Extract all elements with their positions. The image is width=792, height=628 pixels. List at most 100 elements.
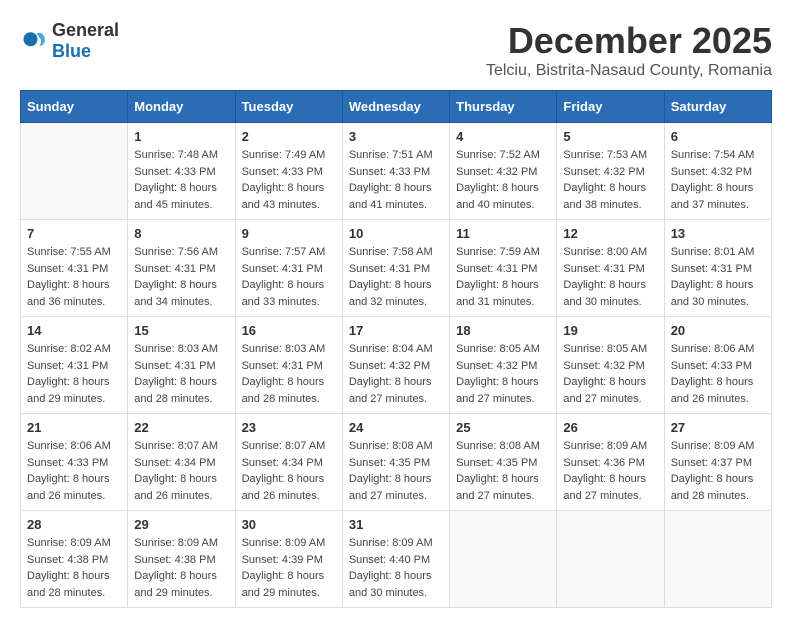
day-number: 31 [349, 517, 443, 532]
weekday-header-row: SundayMondayTuesdayWednesdayThursdayFrid… [21, 91, 772, 123]
calendar-week-row: 7Sunrise: 7:55 AMSunset: 4:31 PMDaylight… [21, 220, 772, 317]
day-info: Sunrise: 8:05 AMSunset: 4:32 PMDaylight:… [456, 341, 550, 407]
page-header: General Blue December 2025 Telciu, Bistr… [20, 20, 772, 80]
calendar-cell: 20 Sunrise: 8:06 AMSunset: 4:33 PMDayligh… [664, 317, 771, 414]
weekday-header-saturday: Saturday [664, 91, 771, 123]
day-info: Sunrise: 7:55 AMSunset: 4:31 PMDaylight:… [27, 244, 121, 310]
day-info: Sunrise: 8:03 AMSunset: 4:31 PMDaylight:… [134, 341, 228, 407]
day-info: Sunrise: 8:00 AMSunset: 4:31 PMDaylight:… [563, 244, 657, 310]
month-year-title: December 2025 [486, 20, 772, 62]
calendar-cell: 25Sunrise: 8:08 AMSunset: 4:35 PMDayligh… [450, 414, 557, 511]
day-info: Sunrise: 8:06 AMSunset: 4:33 PMDaylight:… [671, 341, 765, 407]
day-number: 9 [242, 226, 336, 241]
logo-general: General [52, 20, 119, 40]
location-subtitle: Telciu, Bistrita-Nasaud County, Romania [486, 62, 772, 80]
day-info: Sunrise: 8:01 AMSunset: 4:31 PMDaylight:… [671, 244, 765, 310]
day-info: Sunrise: 8:08 AMSunset: 4:35 PMDaylight:… [349, 438, 443, 504]
day-number: 4 [456, 129, 550, 144]
day-info: Sunrise: 8:04 AMSunset: 4:32 PMDaylight:… [349, 341, 443, 407]
calendar-cell: 14 Sunrise: 8:02 AMSunset: 4:31 PMDayligh… [21, 317, 128, 414]
day-number: 11 [456, 226, 550, 241]
day-info: Sunrise: 7:49 AMSunset: 4:33 PMDaylight:… [242, 147, 336, 213]
day-number: 18 [456, 323, 550, 338]
day-number: 10 [349, 226, 443, 241]
calendar-cell: 23 Sunrise: 8:07 AMSunset: 4:34 PMDayligh… [235, 414, 342, 511]
day-info: Sunrise: 8:05 AMSunset: 4:32 PMDaylight:… [563, 341, 657, 407]
calendar-cell: 13 Sunrise: 8:01 AMSunset: 4:31 PMDayligh… [664, 220, 771, 317]
logo-icon [20, 27, 48, 55]
day-number: 26 [563, 420, 657, 435]
day-number: 12 [563, 226, 657, 241]
calendar-cell: 27 Sunrise: 8:09 AMSunset: 4:37 PMDayligh… [664, 414, 771, 511]
day-info: Sunrise: 8:07 AMSunset: 4:34 PMDaylight:… [242, 438, 336, 504]
day-info: Sunrise: 7:48 AMSunset: 4:33 PMDaylight:… [134, 147, 228, 213]
calendar-cell: 2Sunrise: 7:49 AMSunset: 4:33 PMDaylight… [235, 123, 342, 220]
day-info: Sunrise: 8:09 AMSunset: 4:37 PMDaylight:… [671, 438, 765, 504]
calendar-cell: 5 Sunrise: 7:53 AMSunset: 4:32 PMDaylight… [557, 123, 664, 220]
calendar-cell: 28Sunrise: 8:09 AMSunset: 4:38 PMDayligh… [21, 511, 128, 608]
weekday-header-monday: Monday [128, 91, 235, 123]
day-number: 22 [134, 420, 228, 435]
calendar-cell: 21 Sunrise: 8:06 AMSunset: 4:33 PMDayligh… [21, 414, 128, 511]
day-info: Sunrise: 8:09 AMSunset: 4:38 PMDaylight:… [134, 535, 228, 601]
calendar-cell [450, 511, 557, 608]
calendar-cell: 10Sunrise: 7:58 AMSunset: 4:31 PMDayligh… [342, 220, 449, 317]
day-info: Sunrise: 7:51 AMSunset: 4:33 PMDaylight:… [349, 147, 443, 213]
calendar-week-row: 28Sunrise: 8:09 AMSunset: 4:38 PMDayligh… [21, 511, 772, 608]
day-number: 23 [242, 420, 336, 435]
calendar-table: SundayMondayTuesdayWednesdayThursdayFrid… [20, 90, 772, 608]
calendar-cell: 9 Sunrise: 7:57 AMSunset: 4:31 PMDaylight… [235, 220, 342, 317]
day-number: 19 [563, 323, 657, 338]
day-info: Sunrise: 7:56 AMSunset: 4:31 PMDaylight:… [134, 244, 228, 310]
day-info: Sunrise: 7:53 AMSunset: 4:32 PMDaylight:… [563, 147, 657, 213]
calendar-cell: 8 Sunrise: 7:56 AMSunset: 4:31 PMDaylight… [128, 220, 235, 317]
day-info: Sunrise: 8:07 AMSunset: 4:34 PMDaylight:… [134, 438, 228, 504]
title-section: December 2025 Telciu, Bistrita-Nasaud Co… [486, 20, 772, 80]
day-number: 14 [27, 323, 121, 338]
calendar-cell: 6Sunrise: 7:54 AMSunset: 4:32 PMDaylight… [664, 123, 771, 220]
day-number: 13 [671, 226, 765, 241]
weekday-header-thursday: Thursday [450, 91, 557, 123]
calendar-cell: 4Sunrise: 7:52 AMSunset: 4:32 PMDaylight… [450, 123, 557, 220]
day-info: Sunrise: 8:02 AMSunset: 4:31 PMDaylight:… [27, 341, 121, 407]
calendar-cell: 19 Sunrise: 8:05 AMSunset: 4:32 PMDayligh… [557, 317, 664, 414]
day-number: 25 [456, 420, 550, 435]
day-number: 21 [27, 420, 121, 435]
calendar-cell: 7Sunrise: 7:55 AMSunset: 4:31 PMDaylight… [21, 220, 128, 317]
day-number: 5 [563, 129, 657, 144]
day-info: Sunrise: 8:09 AMSunset: 4:38 PMDaylight:… [27, 535, 121, 601]
day-info: Sunrise: 8:09 AMSunset: 4:36 PMDaylight:… [563, 438, 657, 504]
calendar-cell: 12 Sunrise: 8:00 AMSunset: 4:31 PMDayligh… [557, 220, 664, 317]
day-info: Sunrise: 8:03 AMSunset: 4:31 PMDaylight:… [242, 341, 336, 407]
day-info: Sunrise: 8:06 AMSunset: 4:33 PMDaylight:… [27, 438, 121, 504]
calendar-cell: 11 Sunrise: 7:59 AMSunset: 4:31 PMDayligh… [450, 220, 557, 317]
calendar-cell: 1 Sunrise: 7:48 AMSunset: 4:33 PMDaylight… [128, 123, 235, 220]
day-info: Sunrise: 7:54 AMSunset: 4:32 PMDaylight:… [671, 147, 765, 213]
calendar-cell [664, 511, 771, 608]
day-number: 15 [134, 323, 228, 338]
calendar-cell: 3 Sunrise: 7:51 AMSunset: 4:33 PMDaylight… [342, 123, 449, 220]
day-info: Sunrise: 7:59 AMSunset: 4:31 PMDaylight:… [456, 244, 550, 310]
calendar-cell: 30Sunrise: 8:09 AMSunset: 4:39 PMDayligh… [235, 511, 342, 608]
calendar-cell: 31Sunrise: 8:09 AMSunset: 4:40 PMDayligh… [342, 511, 449, 608]
day-info: Sunrise: 7:57 AMSunset: 4:31 PMDaylight:… [242, 244, 336, 310]
logo-blue: Blue [52, 41, 91, 61]
day-number: 1 [134, 129, 228, 144]
day-number: 3 [349, 129, 443, 144]
calendar-cell: 26 Sunrise: 8:09 AMSunset: 4:36 PMDayligh… [557, 414, 664, 511]
day-number: 8 [134, 226, 228, 241]
calendar-cell: 17 Sunrise: 8:04 AMSunset: 4:32 PMDayligh… [342, 317, 449, 414]
day-number: 20 [671, 323, 765, 338]
calendar-cell [557, 511, 664, 608]
calendar-cell: 16Sunrise: 8:03 AMSunset: 4:31 PMDayligh… [235, 317, 342, 414]
day-number: 17 [349, 323, 443, 338]
calendar-cell: 15 Sunrise: 8:03 AMSunset: 4:31 PMDayligh… [128, 317, 235, 414]
weekday-header-sunday: Sunday [21, 91, 128, 123]
calendar-week-row: 1 Sunrise: 7:48 AMSunset: 4:33 PMDaylight… [21, 123, 772, 220]
day-number: 24 [349, 420, 443, 435]
calendar-week-row: 21 Sunrise: 8:06 AMSunset: 4:33 PMDayligh… [21, 414, 772, 511]
calendar-week-row: 14 Sunrise: 8:02 AMSunset: 4:31 PMDayligh… [21, 317, 772, 414]
weekday-header-tuesday: Tuesday [235, 91, 342, 123]
day-number: 27 [671, 420, 765, 435]
day-info: Sunrise: 8:09 AMSunset: 4:39 PMDaylight:… [242, 535, 336, 601]
